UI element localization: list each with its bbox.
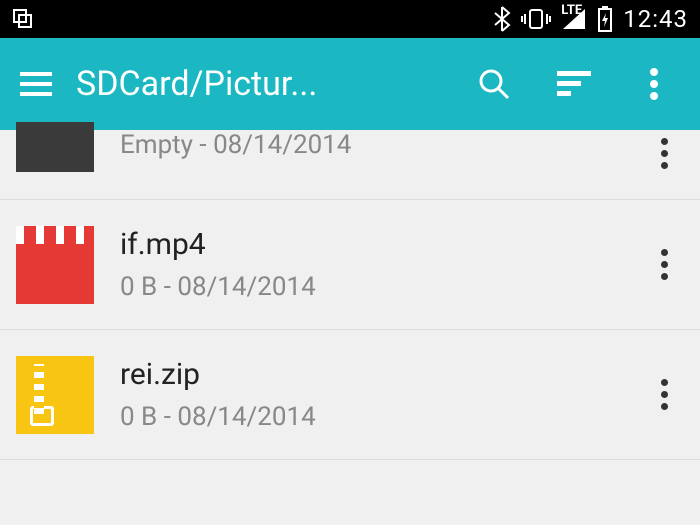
vibrate-icon [521,7,551,31]
sort-button[interactable] [554,64,594,104]
battery-charging-icon [597,6,613,32]
file-info: if.mp4 0 B - 08/14/2014 [120,227,644,302]
list-item[interactable]: if.mp4 0 B - 08/14/2014 [0,200,700,330]
list-item[interactable]: rei.zip 0 B - 08/14/2014 [0,330,700,460]
file-meta: 0 B - 08/14/2014 [120,402,644,432]
status-left [12,8,34,30]
file-info: Empty - 08/14/2014 [120,130,684,160]
breadcrumb[interactable]: SDCard/Pictur... [76,64,386,104]
file-meta: Empty - 08/14/2014 [120,130,684,160]
action-bar: SDCard/Pictur... [0,38,700,130]
item-menu-button[interactable] [644,241,684,288]
archive-file-icon [16,356,94,434]
network-label: LTE [561,3,582,18]
file-name: if.mp4 [120,227,644,262]
status-right: LTE 12:43 [493,5,688,33]
file-info: rei.zip 0 B - 08/14/2014 [120,357,644,432]
item-menu-button[interactable] [644,130,684,177]
status-bar: LTE 12:43 [0,0,700,38]
bluetooth-icon [493,6,511,32]
folder-icon [16,122,94,172]
action-icons [474,64,684,104]
clock: 12:43 [623,5,688,33]
video-file-icon [16,226,94,304]
item-menu-button[interactable] [644,371,684,418]
file-meta: 0 B - 08/14/2014 [120,272,644,302]
file-name: rei.zip [120,357,644,392]
overflow-menu-button[interactable] [634,64,674,104]
list-item[interactable]: Empty - 08/14/2014 [0,130,700,200]
menu-button[interactable] [16,64,56,104]
app-notification-icon [12,8,34,30]
search-button[interactable] [474,64,514,104]
file-list: Empty - 08/14/2014 if.mp4 0 B - 08/14/20… [0,130,700,460]
signal-icon: LTE [561,7,587,31]
